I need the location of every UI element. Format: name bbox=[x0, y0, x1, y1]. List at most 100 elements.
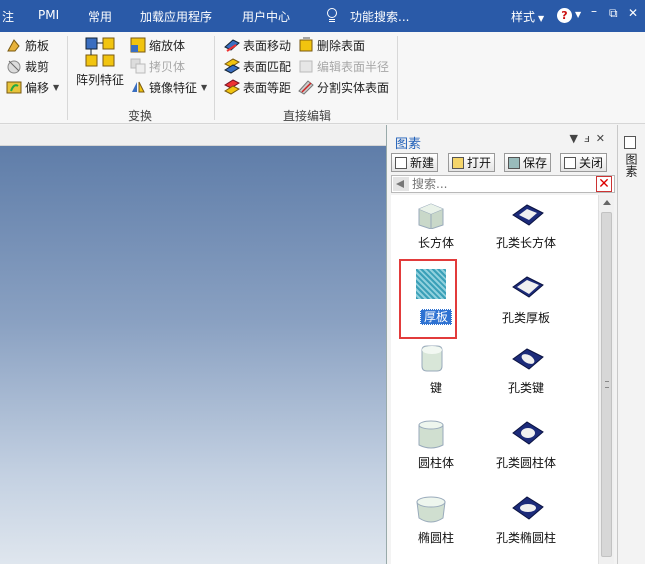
scroll-up-icon[interactable] bbox=[603, 200, 611, 205]
copy-body-button[interactable]: 拷贝体 bbox=[130, 56, 185, 76]
trim-button-label: 裁剪 bbox=[25, 59, 50, 74]
trim-button[interactable]: 裁剪 bbox=[6, 56, 49, 76]
minimize-icon[interactable]: – bbox=[591, 4, 597, 18]
chevron-down-icon: ▼ bbox=[201, 82, 208, 92]
close-doc-icon bbox=[564, 156, 576, 169]
item-label: 孔类椭圆柱 bbox=[495, 531, 556, 545]
menu-item-annotation[interactable]: 注 bbox=[2, 8, 14, 25]
close-label: 关闭 bbox=[579, 156, 604, 170]
list-item[interactable]: 长方体 bbox=[391, 195, 481, 265]
item-label: 孔类圆柱体 bbox=[495, 456, 556, 470]
restore-icon[interactable]: ⧉ bbox=[609, 6, 618, 21]
menu-item-common[interactable]: 常用 bbox=[88, 8, 112, 25]
scrollbar[interactable] bbox=[598, 195, 614, 564]
style-menu[interactable]: 样式 ▼ bbox=[511, 8, 544, 25]
mirror-icon bbox=[130, 79, 146, 95]
list-item[interactable]: 孔类圆柱体 bbox=[481, 415, 571, 485]
split-solid-face-button[interactable]: 分割实体表面 bbox=[298, 77, 389, 97]
pin-icon[interactable]: ⅎ bbox=[584, 132, 596, 145]
divider bbox=[67, 36, 68, 120]
scroll-thumb[interactable] bbox=[601, 212, 612, 557]
divider bbox=[214, 36, 215, 120]
mirror-feature-label: 镜像特征 bbox=[149, 80, 198, 95]
chevron-down-icon[interactable]: ▼ bbox=[570, 132, 584, 145]
save-button[interactable]: 保存 bbox=[504, 153, 552, 172]
list-item[interactable]: 圆柱体 bbox=[391, 415, 481, 485]
hole-cylinder-icon bbox=[512, 421, 544, 445]
grip-icon bbox=[605, 381, 609, 388]
delete-face-icon bbox=[298, 37, 314, 53]
list-item[interactable]: 孔类厚板 bbox=[481, 265, 571, 335]
menu-item-addins[interactable]: 加载应用程序 bbox=[140, 8, 212, 25]
face-offset-label: 表面等距 bbox=[243, 80, 292, 95]
list-item[interactable]: 孔类长方体 bbox=[481, 195, 571, 265]
hole-box-icon bbox=[512, 204, 544, 226]
feature-search[interactable]: 功能搜索... bbox=[350, 8, 409, 25]
delete-face-button[interactable]: 删除表面 bbox=[298, 35, 365, 55]
face-match-icon bbox=[223, 58, 241, 74]
viewport-tab-strip bbox=[0, 125, 386, 146]
list-item[interactable]: 孔类椭圆柱 bbox=[481, 490, 571, 560]
face-offset-button[interactable]: 表面等距 bbox=[223, 77, 292, 97]
face-move-button[interactable]: 表面移动 bbox=[224, 35, 291, 55]
search-input[interactable] bbox=[412, 176, 592, 192]
open-button[interactable]: 打开 bbox=[448, 153, 496, 172]
panel-controls: ▼ⅎ✕ bbox=[570, 132, 611, 145]
new-icon bbox=[395, 156, 407, 169]
item-label: 孔类键 bbox=[507, 381, 544, 395]
lightbulb-icon[interactable] bbox=[326, 8, 339, 24]
mirror-feature-button[interactable]: 镜像特征 ▼ bbox=[130, 77, 207, 97]
close-icon[interactable]: ✕ bbox=[628, 6, 638, 20]
chevron-down-icon[interactable]: ▼ bbox=[575, 10, 581, 19]
array-feature-button[interactable]: 阵列特征 bbox=[74, 36, 126, 92]
item-label: 孔类长方体 bbox=[495, 236, 556, 250]
close-button[interactable]: 关闭 bbox=[560, 153, 608, 172]
divider bbox=[397, 36, 398, 120]
face-offset-icon bbox=[223, 79, 241, 95]
hole-elliptic-cylinder-icon bbox=[512, 496, 544, 520]
back-arrow-icon[interactable] bbox=[393, 177, 409, 191]
trim-icon bbox=[6, 58, 22, 74]
edit-face-radius-button[interactable]: 编辑表面半径 bbox=[298, 56, 389, 76]
help-icon[interactable]: ? bbox=[557, 8, 572, 23]
list-item[interactable]: 键 bbox=[391, 340, 481, 410]
clear-icon[interactable]: ✕ bbox=[596, 176, 612, 192]
close-icon[interactable]: ✕ bbox=[596, 132, 611, 145]
menu-item-user-center[interactable]: 用户中心 bbox=[242, 8, 290, 25]
search-bar: ✕ bbox=[391, 175, 615, 193]
new-button[interactable]: 新建 bbox=[391, 153, 439, 172]
3d-viewport[interactable] bbox=[0, 125, 386, 564]
copy-body-label: 拷贝体 bbox=[149, 59, 186, 74]
rib-button[interactable]: 筋板 bbox=[6, 35, 49, 55]
chevron-down-icon: ▼ bbox=[538, 14, 545, 23]
side-tab-strip: 图素 bbox=[617, 125, 645, 564]
list-item[interactable]: 椭圆柱 bbox=[391, 490, 481, 560]
edit-face-radius-label: 编辑表面半径 bbox=[317, 59, 390, 74]
element-list: 长方体 孔类长方体 厚板 孔类厚板 键 孔类键 圆柱体 孔类圆柱体 椭圆柱 孔类… bbox=[391, 195, 598, 564]
face-match-label: 表面匹配 bbox=[243, 59, 292, 74]
menu-bar: 注 PMI 常用 加载应用程序 用户中心 功能搜索... 样式 ▼ ? ▼ – ⧉… bbox=[0, 0, 645, 32]
panel-title: 图素 bbox=[395, 137, 422, 152]
face-move-label: 表面移动 bbox=[243, 38, 292, 53]
hole-plate-icon bbox=[512, 276, 544, 298]
folder-icon bbox=[452, 156, 464, 169]
edit-radius-icon bbox=[298, 58, 314, 74]
save-icon bbox=[508, 156, 520, 169]
save-label: 保存 bbox=[523, 156, 548, 170]
elements-tab-icon[interactable] bbox=[624, 136, 636, 149]
scale-body-button[interactable]: 缩放体 bbox=[130, 35, 185, 55]
face-match-button[interactable]: 表面匹配 bbox=[223, 56, 292, 76]
item-label: 孔类厚板 bbox=[501, 311, 550, 325]
offset-button[interactable]: 偏移 ▼ bbox=[6, 77, 59, 97]
hole-key-icon bbox=[512, 348, 544, 370]
list-item[interactable]: 孔类键 bbox=[481, 340, 571, 410]
cylinder-icon bbox=[418, 420, 444, 449]
item-label: 长方体 bbox=[417, 236, 454, 250]
face-move-icon bbox=[224, 37, 240, 53]
side-tab-label[interactable]: 图素 bbox=[623, 153, 638, 177]
key-icon bbox=[421, 345, 443, 372]
split-face-icon bbox=[298, 79, 314, 95]
menu-item-pmi[interactable]: PMI bbox=[38, 8, 59, 22]
item-label: 键 bbox=[429, 381, 442, 395]
rib-icon bbox=[6, 37, 22, 53]
